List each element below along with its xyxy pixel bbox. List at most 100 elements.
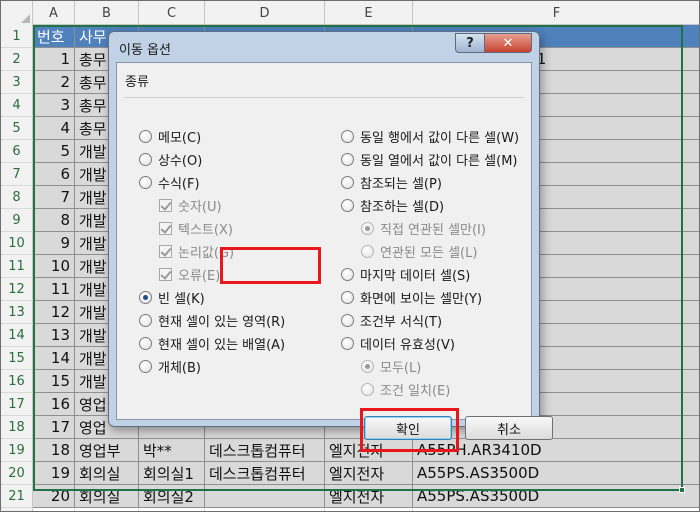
help-button[interactable]: ? [455, 33, 485, 53]
row-header[interactable]: 9 [1, 209, 33, 232]
table-cell[interactable]: 20 [33, 485, 75, 508]
table-cell[interactable]: 데스크톱컴퓨터 [205, 462, 325, 485]
table-cell[interactable]: 5 [33, 140, 75, 163]
table-cell[interactable]: 2 [33, 71, 75, 94]
radio-button-icon[interactable] [139, 130, 152, 143]
table-cell[interactable]: 8 [33, 209, 75, 232]
table-cell[interactable]: 14 [33, 347, 75, 370]
table-cell[interactable]: 6 [33, 163, 75, 186]
table-cell[interactable]: 박** [139, 439, 205, 462]
row-header[interactable]: 22 [1, 508, 33, 511]
radio-button-icon[interactable] [139, 337, 152, 350]
close-button[interactable]: ✕ [484, 33, 532, 53]
row-header[interactable]: 4 [1, 94, 33, 117]
row-header[interactable]: 2 [1, 48, 33, 71]
radio-button-icon[interactable] [139, 176, 152, 189]
radio-option[interactable]: 동일 행에서 값이 다른 셀(W) [341, 127, 519, 146]
radio-option[interactable]: 메모(C) [139, 127, 201, 146]
table-cell[interactable]: 11 [33, 278, 75, 301]
table-cell[interactable]: 16 [33, 393, 75, 416]
radio-option[interactable]: 마지막 데이터 셀(S) [341, 265, 470, 284]
radio-button-icon[interactable] [139, 153, 152, 166]
cancel-button[interactable]: 취소 [465, 416, 553, 440]
table-cell[interactable]: 영업부 [75, 439, 139, 462]
table-cell[interactable]: 엘지전자 [325, 439, 413, 462]
radio-option[interactable]: 상수(O) [139, 150, 202, 169]
row-header[interactable]: 3 [1, 71, 33, 94]
table-cell[interactable]: 번호 [33, 25, 75, 48]
table-cell[interactable] [325, 508, 413, 511]
table-cell[interactable]: 13 [33, 324, 75, 347]
row-header[interactable]: 12 [1, 278, 33, 301]
dialog-titlebar[interactable]: 이동 옵션 ? ✕ [109, 32, 539, 62]
table-cell[interactable]: 17 [33, 416, 75, 439]
table-cell[interactable]: 회의실2 [139, 485, 205, 508]
table-cell[interactable] [205, 508, 325, 511]
table-cell[interactable]: 9 [33, 232, 75, 255]
table-cell[interactable]: 7 [33, 186, 75, 209]
select-all-corner[interactable] [1, 1, 33, 25]
table-cell[interactable]: 15 [33, 370, 75, 393]
radio-button-icon[interactable] [341, 291, 354, 304]
radio-button-icon[interactable] [341, 314, 354, 327]
row-header[interactable]: 7 [1, 163, 33, 186]
row-header[interactable]: 13 [1, 301, 33, 324]
row-header[interactable]: 21 [1, 485, 33, 508]
table-cell[interactable] [205, 485, 325, 508]
table-cell[interactable]: 19 [33, 462, 75, 485]
row-header[interactable]: 18 [1, 416, 33, 439]
radio-button-icon[interactable] [139, 360, 152, 373]
row-header[interactable]: 16 [1, 370, 33, 393]
row-header[interactable]: 14 [1, 324, 33, 347]
radio-option[interactable]: 현재 셀이 있는 배열(A) [139, 334, 285, 353]
table-cell[interactable] [139, 508, 205, 511]
table-cell[interactable]: 데스크톱컴퓨터 [205, 439, 325, 462]
radio-option[interactable]: 데이터 유효성(V) [341, 334, 455, 353]
row-header[interactable]: 19 [1, 439, 33, 462]
row-header[interactable]: 15 [1, 347, 33, 370]
radio-button-icon[interactable] [341, 268, 354, 281]
table-cell[interactable]: 4 [33, 117, 75, 140]
table-cell[interactable]: A55PS.AS3500D [413, 485, 699, 508]
table-cell[interactable] [33, 508, 75, 511]
row-header[interactable]: 17 [1, 393, 33, 416]
table-cell[interactable]: 18 [33, 439, 75, 462]
column-header-b[interactable]: B [75, 1, 139, 25]
radio-option[interactable]: 동일 열에서 값이 다른 셀(M) [341, 150, 518, 169]
table-cell[interactable]: 12 [33, 301, 75, 324]
table-cell[interactable]: 1 [33, 48, 75, 71]
column-header-d[interactable]: D [205, 1, 325, 25]
row-header[interactable]: 8 [1, 186, 33, 209]
radio-option[interactable]: 빈 셀(K) [139, 288, 205, 307]
fill-handle[interactable] [679, 487, 685, 493]
radio-button-icon[interactable] [341, 176, 354, 189]
column-header-a[interactable]: A [33, 1, 75, 25]
table-cell[interactable]: 회의실 [75, 485, 139, 508]
radio-option[interactable]: 참조하는 셀(D) [341, 196, 444, 215]
radio-button-icon[interactable] [139, 291, 152, 304]
table-cell[interactable]: 3 [33, 94, 75, 117]
column-header-f[interactable]: F [413, 1, 699, 25]
table-cell[interactable] [75, 508, 139, 511]
radio-option[interactable]: 개체(B) [139, 357, 201, 376]
table-cell[interactable]: 10 [33, 255, 75, 278]
row-header[interactable]: 1 [1, 25, 33, 48]
radio-button-icon[interactable] [341, 337, 354, 350]
table-cell[interactable]: 회의실 [75, 462, 139, 485]
column-header-c[interactable]: C [139, 1, 205, 25]
row-header[interactable]: 6 [1, 140, 33, 163]
ok-button[interactable]: 확인 [364, 416, 452, 440]
row-header[interactable]: 20 [1, 462, 33, 485]
radio-option[interactable]: 화면에 보이는 셀만(Y) [341, 288, 482, 307]
radio-option[interactable]: 수식(F) [139, 173, 200, 192]
table-cell[interactable]: A55PH.AR3410D [413, 439, 699, 462]
radio-option[interactable]: 참조되는 셀(P) [341, 173, 442, 192]
radio-option[interactable]: 조건부 서식(T) [341, 311, 442, 330]
radio-button-icon[interactable] [341, 199, 354, 212]
table-cell[interactable] [413, 508, 699, 511]
radio-button-icon[interactable] [341, 153, 354, 166]
row-header[interactable]: 5 [1, 117, 33, 140]
radio-button-icon[interactable] [341, 130, 354, 143]
row-header[interactable]: 10 [1, 232, 33, 255]
table-cell[interactable]: 회의실1 [139, 462, 205, 485]
